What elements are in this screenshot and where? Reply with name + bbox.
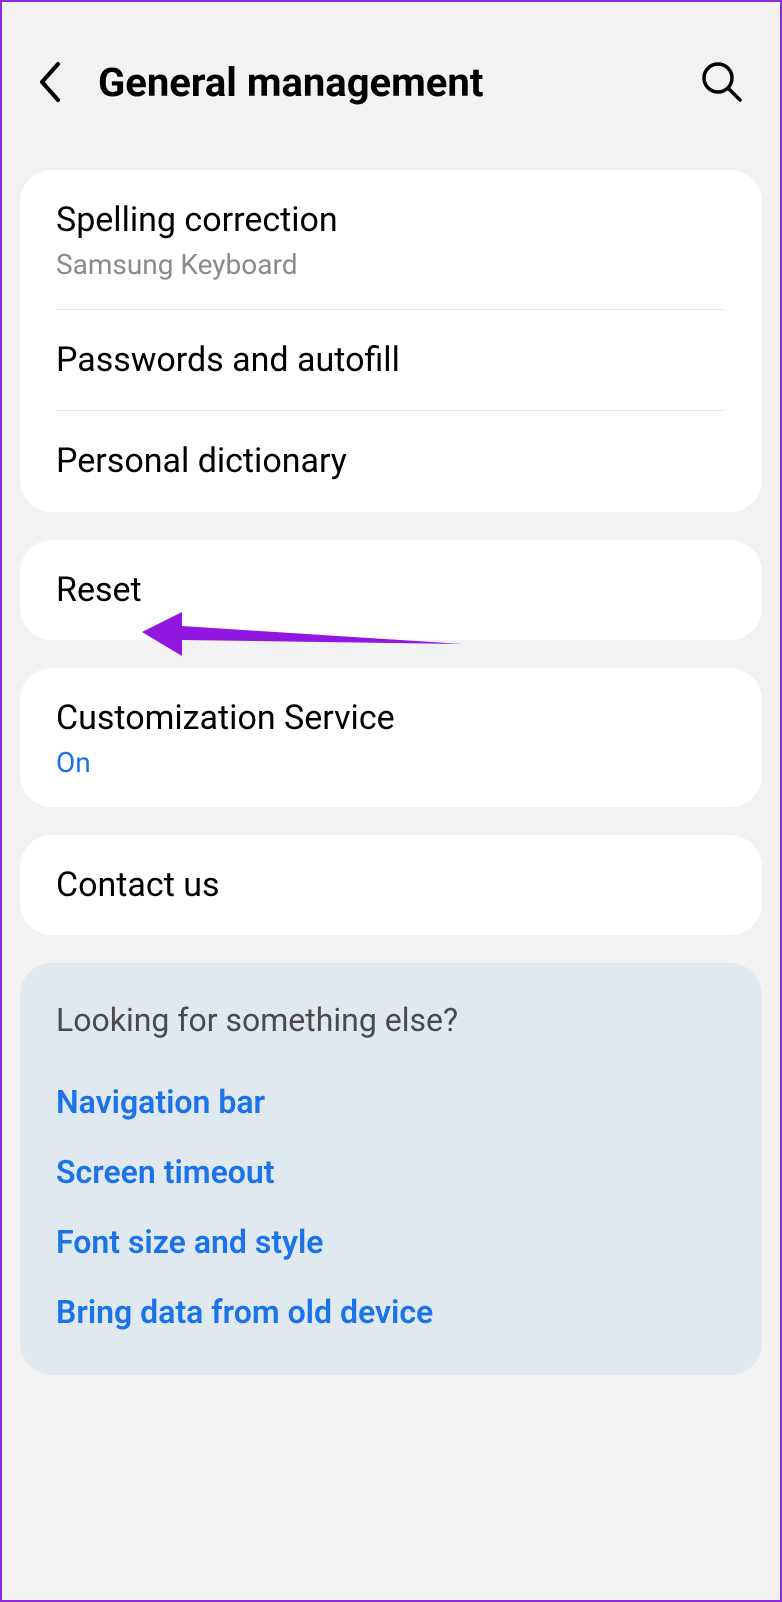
passwords-autofill-item[interactable]: Passwords and autofill	[20, 310, 762, 410]
item-title: Customization Service	[56, 696, 726, 740]
footer-title: Looking for something else?	[56, 1001, 726, 1039]
font-size-link[interactable]: Font size and style	[56, 1207, 726, 1277]
search-icon	[700, 60, 744, 104]
bring-data-link[interactable]: Bring data from old device	[56, 1277, 726, 1347]
settings-group-3: Customization Service On	[20, 668, 762, 807]
item-status: On	[56, 746, 726, 779]
screen-timeout-link[interactable]: Screen timeout	[56, 1137, 726, 1207]
item-title: Passwords and autofill	[56, 338, 726, 382]
search-button[interactable]	[694, 54, 750, 110]
back-icon	[36, 60, 64, 104]
navigation-bar-link[interactable]: Navigation bar	[56, 1067, 726, 1137]
looking-for-card: Looking for something else? Navigation b…	[20, 963, 762, 1375]
item-title: Personal dictionary	[56, 439, 726, 483]
settings-group-1: Spelling correction Samsung Keyboard Pas…	[20, 170, 762, 512]
page-title: General management	[98, 59, 694, 106]
spelling-correction-item[interactable]: Spelling correction Samsung Keyboard	[20, 170, 762, 309]
back-button[interactable]	[22, 54, 78, 110]
settings-group-4: Contact us	[20, 835, 762, 935]
contact-us-item[interactable]: Contact us	[20, 835, 762, 935]
reset-item[interactable]: Reset	[20, 540, 762, 640]
customization-service-item[interactable]: Customization Service On	[20, 668, 762, 807]
item-subtitle: Samsung Keyboard	[56, 248, 726, 281]
personal-dictionary-item[interactable]: Personal dictionary	[20, 411, 762, 511]
settings-group-2: Reset	[20, 540, 762, 640]
header: General management	[2, 2, 780, 162]
item-title: Contact us	[56, 863, 726, 907]
item-title: Reset	[56, 568, 726, 612]
item-title: Spelling correction	[56, 198, 726, 242]
